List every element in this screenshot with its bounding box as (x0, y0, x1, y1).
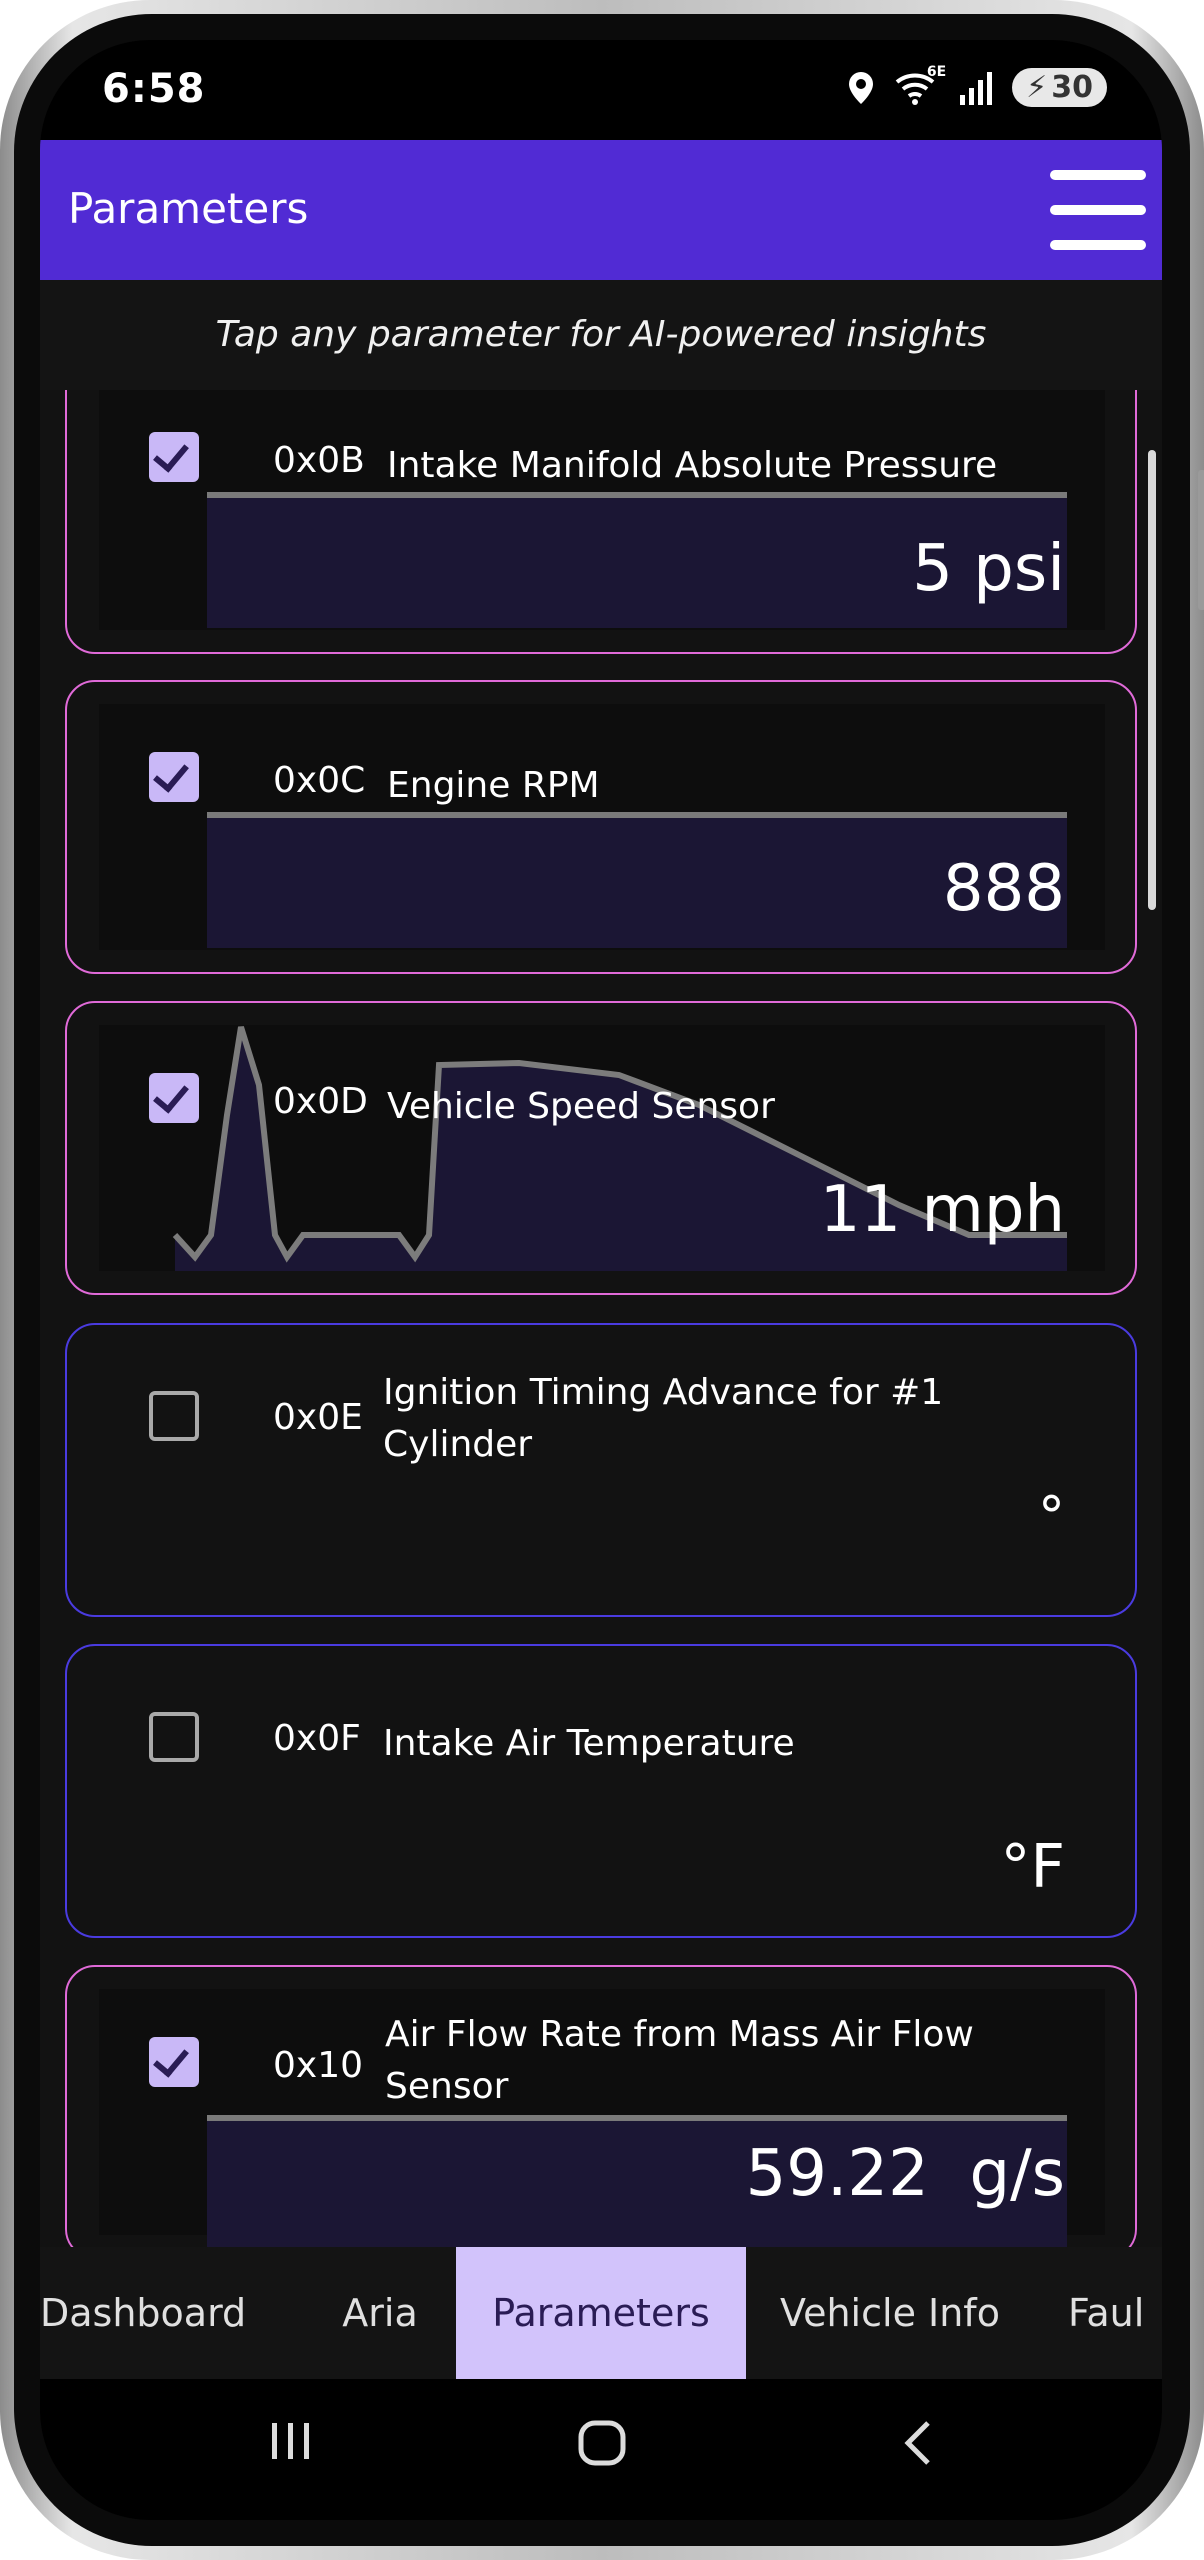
battery-indicator: ⚡ 30 (1012, 68, 1107, 107)
value-bar (207, 814, 1067, 948)
parameter-name: Air Flow Rate from Mass Air Flow Sensor (385, 2014, 974, 2107)
parameter-name: Intake Manifold Absolute Pressure (387, 445, 998, 486)
side-button (1198, 470, 1204, 610)
value-bar-line (207, 492, 1067, 498)
parameter-card[interactable]: 0x0F Intake Air Temperature °F (65, 1644, 1137, 1938)
tab-parameters[interactable]: Parameters (456, 2247, 746, 2379)
value-bar-line (207, 2115, 1067, 2121)
parameter-checkbox[interactable] (149, 752, 199, 802)
parameter-card[interactable]: 0x0C Engine RPM 888 (65, 680, 1137, 974)
phone-bezel: 6:58 6E ⚡ 30 Parameters Tap any paramete… (14, 14, 1190, 2546)
tab-label: Faul (1068, 2291, 1145, 2335)
parameter-pid: 0x0C (273, 760, 366, 801)
parameter-value: 59.22 g/s (745, 2137, 1065, 2211)
parameter-card[interactable]: 0x0D Vehicle Speed Sensor 11 mph (65, 1001, 1137, 1295)
parameter-pid: 0x0F (273, 1718, 361, 1759)
parameter-list[interactable]: 0x0B Intake Manifold Absolute Pressure 5… (40, 390, 1162, 2247)
parameter-pid: 0x0E (273, 1397, 363, 1438)
bottom-tab-bar: Dashboard Aria Parameters Vehicle Info F… (40, 2247, 1162, 2379)
wifi-icon: 6E (894, 64, 946, 106)
parameter-checkbox[interactable] (149, 2037, 199, 2087)
back-icon[interactable] (898, 2419, 938, 2469)
parameter-card[interactable]: 0x10 Air Flow Rate from Mass Air Flow Se… (65, 1965, 1137, 2247)
parameter-value: 888 (942, 852, 1065, 926)
tab-faults[interactable]: Faul (1068, 2247, 1162, 2379)
tab-aria[interactable]: Aria (320, 2247, 440, 2379)
parameter-checkbox[interactable] (149, 1073, 199, 1123)
tab-dashboard[interactable]: Dashboard (40, 2247, 246, 2379)
screen: 6:58 6E ⚡ 30 Parameters Tap any paramete… (40, 40, 1162, 2520)
location-icon (849, 71, 874, 104)
parameter-checkbox[interactable] (149, 1391, 199, 1441)
home-icon[interactable] (575, 2419, 629, 2469)
tab-label: Aria (342, 2291, 418, 2335)
bolt-icon: ⚡ (1026, 70, 1048, 105)
parameter-name: Ignition Timing Advance for #1 Cylinder (383, 1372, 944, 1465)
parameter-value: 5 psi (912, 532, 1065, 606)
tab-label: Dashboard (40, 2291, 247, 2335)
ai-insights-hint: Tap any parameter for AI-powered insight… (40, 280, 1162, 390)
parameter-value: °F (1000, 1832, 1065, 1902)
tab-label: Parameters (492, 2291, 710, 2335)
recent-apps-icon[interactable] (266, 2419, 316, 2463)
status-icons: 6E ⚡ 30 (846, 64, 1107, 107)
parameter-pid: 0x0B (273, 440, 365, 481)
parameter-pid: 0x10 (273, 2045, 364, 2086)
parameter-pid: 0x0D (273, 1081, 368, 1122)
status-time: 6:58 (102, 66, 206, 112)
parameter-card[interactable]: 0x0B Intake Manifold Absolute Pressure 5… (65, 390, 1137, 654)
parameter-name: Vehicle Speed Sensor (387, 1086, 775, 1127)
parameter-name: Engine RPM (387, 765, 600, 806)
parameter-card[interactable]: 0x0E Ignition Timing Advance for #1 Cyli… (65, 1323, 1137, 1617)
tab-label: Vehicle Info (780, 2291, 1000, 2335)
value-bar-line (207, 812, 1067, 818)
parameter-name: Intake Air Temperature (383, 1723, 795, 1764)
system-navigation-bar (40, 2379, 1162, 2520)
status-bar: 6:58 6E ⚡ 30 (40, 40, 1162, 140)
phone-frame: 6:58 6E ⚡ 30 Parameters Tap any paramete… (0, 0, 1204, 2560)
tab-vehicle-info[interactable]: Vehicle Info (760, 2247, 1020, 2379)
network-type: 6E (926, 63, 947, 80)
signal-icon (960, 71, 993, 105)
app-bar: Parameters (40, 140, 1162, 280)
menu-icon[interactable] (1050, 170, 1146, 250)
page-title: Parameters (68, 184, 309, 233)
list-scrollbar[interactable] (1148, 450, 1156, 910)
parameter-value: 11 mph (819, 1173, 1065, 1247)
parameter-value: ° (1038, 1485, 1065, 1548)
parameter-checkbox[interactable] (149, 432, 199, 482)
battery-level: 30 (1051, 70, 1093, 105)
parameter-checkbox[interactable] (149, 1712, 199, 1762)
